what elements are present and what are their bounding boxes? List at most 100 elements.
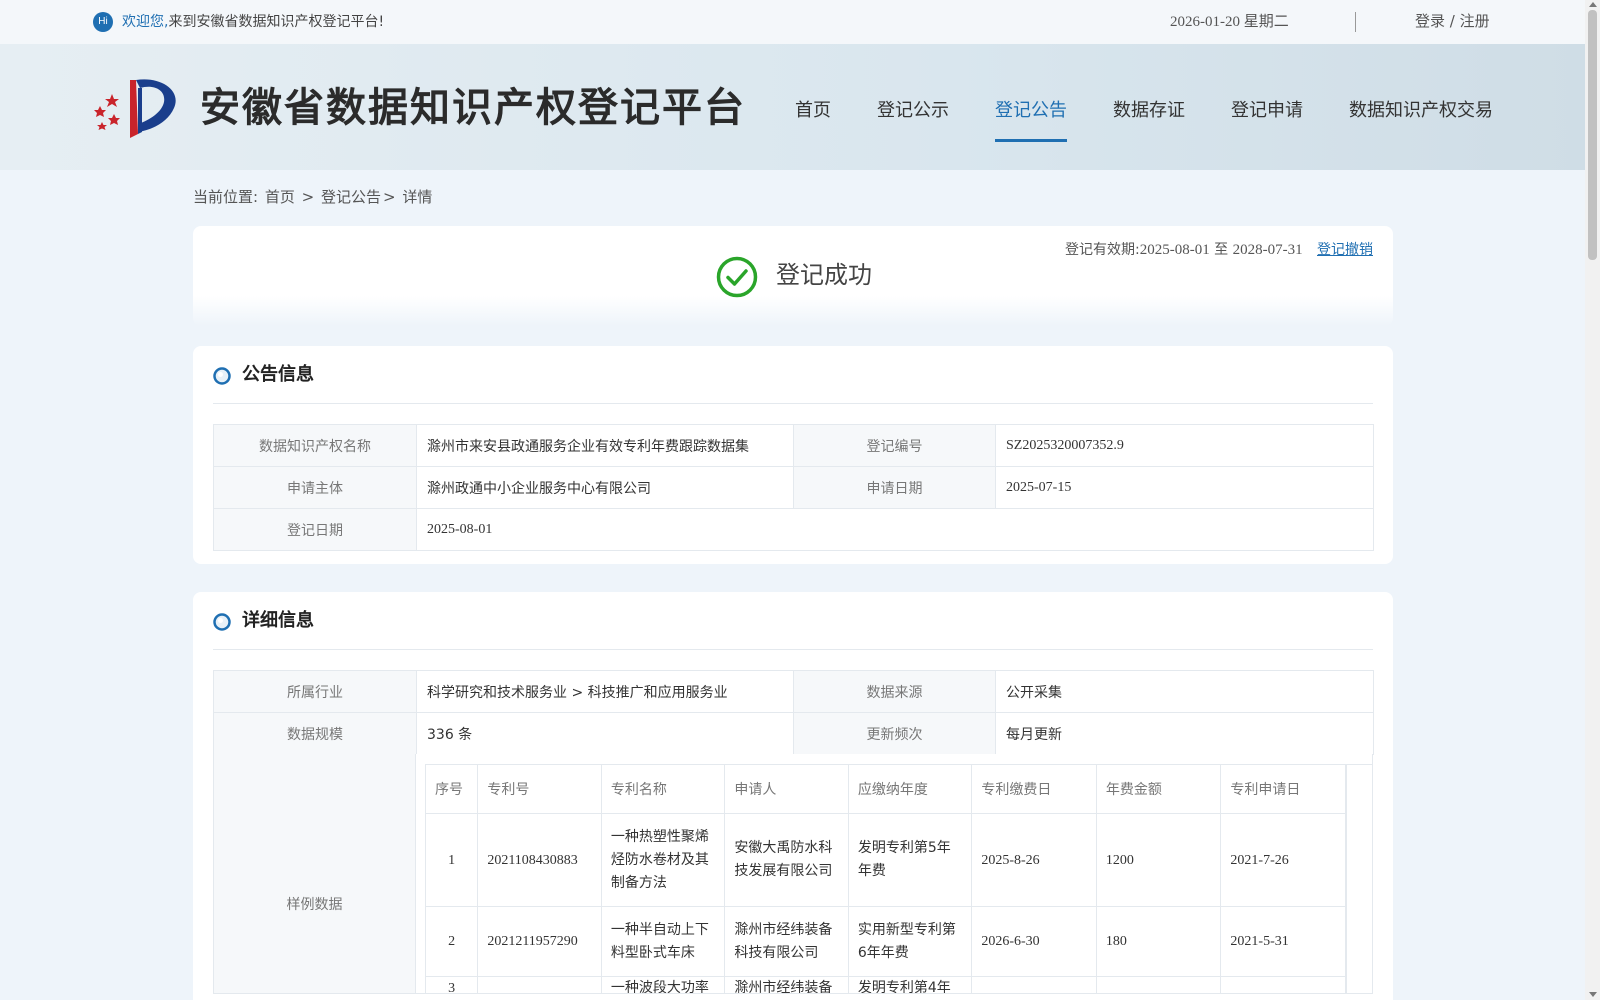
data-source-label: 数据来源 — [793, 670, 996, 713]
validity-label: 登记有效期: — [1065, 242, 1140, 258]
breadcrumb-home[interactable]: 首页 — [265, 188, 295, 206]
breadcrumb-current: 详情 — [402, 188, 433, 206]
table-row: 所属行业 科学研究和技术服务业 > 科技推广和应用服务业 数据来源 公开采集 — [213, 670, 1374, 713]
site-header: 安徽省数据知识产权登记平台 首页 登记公示 登记公告 数据存证 登记申请 数据知… — [0, 44, 1585, 170]
login-register-link[interactable]: 登录 / 注册 — [1415, 11, 1490, 31]
breadcrumb: 当前位置: 首页 > 登记公告 > 详情 — [193, 187, 434, 207]
nav-data-certification[interactable]: 数据存证 — [1113, 96, 1185, 136]
hi-icon: Hi — [93, 12, 113, 32]
data-scale-value: 336 条 — [416, 712, 794, 755]
table-row: 2 2021211957290 一种半自动上下料型卧式车床 滁州市经纬装备科技有… — [424, 906, 1346, 977]
applicant-value: 滁州政通中小企业服务中心有限公司 — [416, 466, 794, 509]
validity-to: 至 — [1214, 242, 1229, 258]
column-header: 申请人 — [724, 764, 849, 814]
section-bullet-icon — [213, 613, 231, 631]
table-cell — [1095, 976, 1222, 993]
table-cell — [477, 976, 602, 993]
table-cell: 3 — [424, 976, 479, 993]
nav-registration-publicity[interactable]: 登记公示 — [877, 96, 949, 136]
section-title: 公告信息 — [242, 364, 314, 385]
data-scale-label: 数据规模 — [213, 712, 417, 755]
apply-date-value: 2025-07-15 — [995, 466, 1374, 509]
scroll-down-arrow-icon[interactable] — [1589, 992, 1597, 997]
sample-data-cell: 序号 专利号 专利名称 申请人 应缴纳年度 专利缴费日 年费金额 专利申请日 1… — [416, 754, 1373, 994]
validity-start: 2025-08-01 — [1139, 242, 1210, 258]
section-title: 详细信息 — [242, 610, 314, 631]
industry-label: 所属行业 — [213, 670, 417, 713]
table-cell: 180 — [1095, 906, 1222, 977]
site-title: 安徽省数据知识产权登记平台 — [200, 85, 746, 131]
table-row: 数据知识产权名称 滁州市来安县政通服务企业有效专利年费跟踪数据集 登记编号 SZ… — [213, 424, 1374, 467]
nav-data-ip-trading[interactable]: 数据知识产权交易 — [1349, 96, 1493, 136]
success-check-icon — [716, 256, 758, 298]
scrollbar-thumb[interactable] — [1588, 10, 1597, 260]
applicant-label: 申请主体 — [213, 466, 417, 509]
table-row: 申请主体 滁州政通中小企业服务中心有限公司 申请日期 2025-07-15 — [213, 466, 1374, 509]
column-header: 专利缴费日 — [971, 764, 1097, 814]
update-frequency-label: 更新频次 — [793, 712, 996, 755]
validity-end: 2028-07-31 — [1232, 242, 1303, 258]
status-text: 登记成功 — [776, 261, 872, 289]
table-cell — [971, 976, 1097, 993]
table-row: 登记日期 2025-08-01 — [213, 508, 1374, 551]
table-cell: 2021-7-26 — [1220, 813, 1346, 907]
section-bullet-icon — [213, 367, 231, 385]
registration-status-card: 登记成功 登记有效期:2025-08-01 至 2028-07-31 登记撤销 — [193, 226, 1393, 326]
column-header: 年费金额 — [1095, 764, 1222, 814]
column-header: 应缴纳年度 — [847, 764, 973, 814]
table-cell: 安徽大禹防水科技发展有限公司 — [724, 813, 849, 907]
validity-period: 登记有效期:2025-08-01 至 2028-07-31 — [1065, 240, 1303, 260]
table-cell: 1200 — [1095, 813, 1222, 907]
table-cell: 发明专利第5年年费 — [847, 813, 973, 907]
welcome-text: 来到安徽省数据知识产权登记平台! — [168, 14, 385, 30]
column-header: 专利名称 — [600, 764, 726, 814]
breadcrumb-separator: > — [383, 188, 396, 206]
table-cell: 一种半自动上下料型卧式车床 — [600, 906, 726, 977]
scroll-up-arrow-icon[interactable] — [1589, 2, 1597, 7]
table-row: 3 一种波段大功率波 滁州市经纬装备 发明专利第4年 — [424, 976, 1346, 993]
breadcrumb-section[interactable]: 登记公告 — [321, 188, 381, 206]
detail-table: 所属行业 科学研究和技术服务业 > 科技推广和应用服务业 数据来源 公开采集 数… — [213, 670, 1374, 755]
reg-date-label: 登记日期 — [213, 508, 417, 551]
section-header: 公告信息 — [213, 346, 1373, 404]
current-date: 2026-01-20 星期二 — [1170, 14, 1289, 30]
sample-data-row: 样例数据 序号 专利号 专利名称 申请人 应缴纳年度 专利缴费日 年费金额 专利… — [213, 754, 1373, 994]
reg-number-label: 登记编号 — [793, 424, 996, 467]
welcome-highlight: 欢迎您, — [122, 14, 169, 30]
sample-data-table: 序号 专利号 专利名称 申请人 应缴纳年度 专利缴费日 年费金额 专利申请日 1… — [424, 764, 1346, 993]
update-frequency-value: 每月更新 — [995, 712, 1374, 755]
table-cell: 2021-5-31 — [1220, 906, 1346, 977]
table-cell: 2021211957290 — [477, 906, 602, 977]
industry-value: 科学研究和技术服务业 > 科技推广和应用服务业 — [416, 670, 794, 713]
table-cell: 一种波段大功率波 — [600, 976, 726, 993]
table-cell: 实用新型专利第6年年费 — [847, 906, 973, 977]
table-cell: 1 — [424, 813, 479, 907]
ip-name-value: 滁州市来安县政通服务企业有效专利年费跟踪数据集 — [416, 424, 794, 467]
table-header-row: 序号 专利号 专利名称 申请人 应缴纳年度 专利缴费日 年费金额 专利申请日 — [424, 764, 1346, 814]
ip-name-label: 数据知识产权名称 — [213, 424, 417, 467]
table-cell: 滁州市经纬装备 — [724, 976, 849, 993]
apply-date-label: 申请日期 — [793, 466, 996, 509]
table-cell — [1220, 976, 1346, 993]
table-cell: 发明专利第4年 — [847, 976, 973, 993]
welcome-message: 欢迎您,来到安徽省数据知识产权登记平台! — [122, 12, 384, 32]
revoke-registration-link[interactable]: 登记撤销 — [1317, 240, 1373, 260]
table-cell: 2021108430883 — [477, 813, 602, 907]
nav-registration-announcement[interactable]: 登记公告 — [995, 96, 1067, 142]
breadcrumb-separator: > — [301, 188, 315, 206]
sample-data-label: 样例数据 — [213, 754, 416, 994]
nav-registration-application[interactable]: 登记申请 — [1231, 96, 1303, 136]
table-cell: 2026-6-30 — [971, 906, 1097, 977]
table-cell: 2 — [424, 906, 479, 977]
top-bar: Hi 欢迎您,来到安徽省数据知识产权登记平台! 2026-01-20 星期二 登… — [0, 0, 1585, 44]
announcement-info-card: 公告信息 数据知识产权名称 滁州市来安县政通服务企业有效专利年费跟踪数据集 登记… — [193, 346, 1393, 564]
nav-home[interactable]: 首页 — [795, 96, 831, 136]
platform-logo — [94, 79, 176, 138]
column-header: 专利号 — [477, 764, 602, 814]
reg-date-value: 2025-08-01 — [416, 508, 1374, 551]
page-scrollbar[interactable] — [1585, 0, 1600, 1000]
section-header: 详细信息 — [213, 592, 1373, 650]
table-cell: 2025-8-26 — [971, 813, 1097, 907]
table-cell: 滁州市经纬装备科技有限公司 — [724, 906, 849, 977]
breadcrumb-prefix: 当前位置: — [193, 188, 259, 206]
